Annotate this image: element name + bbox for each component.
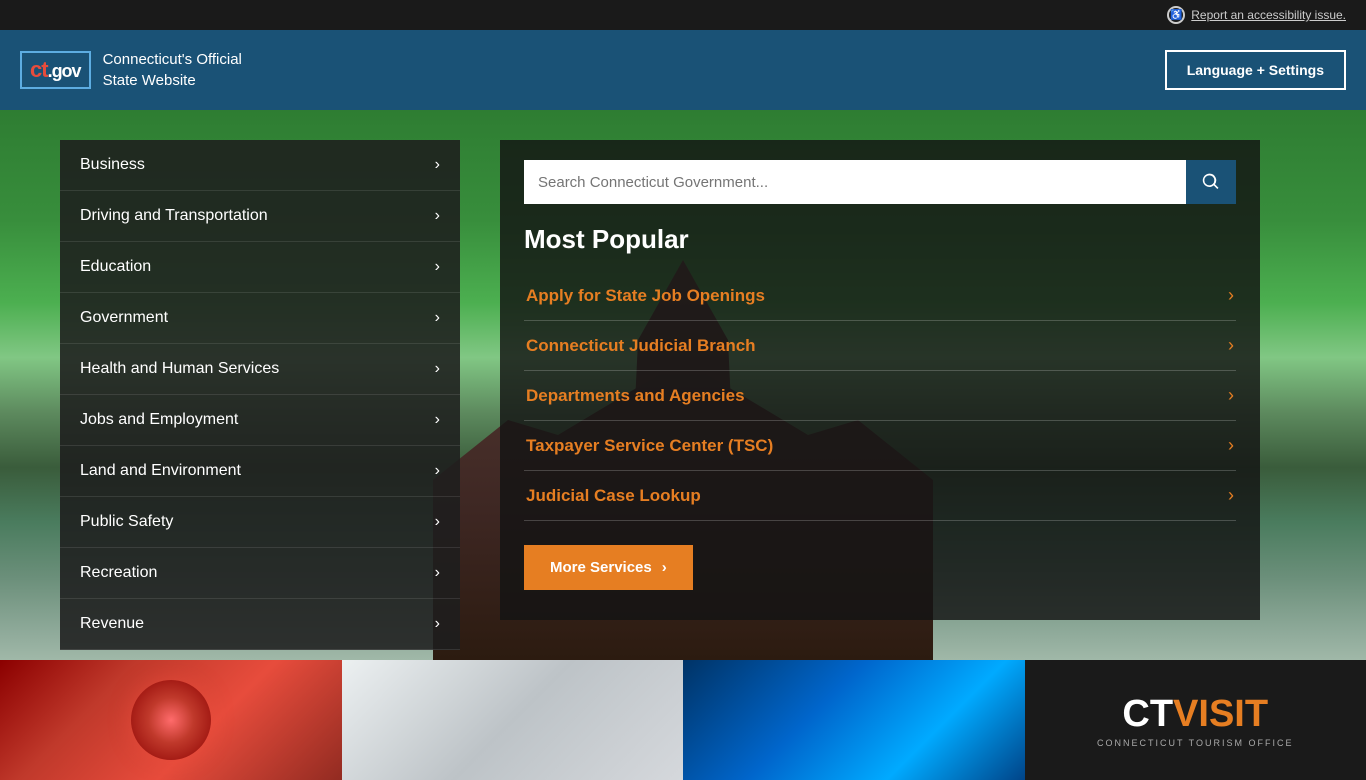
site-name: Connecticut's Official State Website — [103, 49, 242, 91]
search-input[interactable] — [524, 160, 1186, 204]
nav-arrow-icon: › — [435, 564, 440, 582]
popular-link-text: Connecticut Judicial Branch — [526, 336, 756, 356]
ctvisit-logo: CTVISIT — [1122, 713, 1268, 730]
most-popular-title: Most Popular — [524, 224, 1236, 255]
nav-arrow-icon: › — [435, 462, 440, 480]
card-virus[interactable] — [0, 660, 342, 780]
popular-link-arrow-icon: › — [1228, 485, 1234, 506]
logo[interactable]: ct.gov — [20, 51, 91, 89]
card-science[interactable] — [683, 660, 1025, 780]
more-services-button[interactable]: More Services › — [524, 545, 693, 590]
popular-panel: Most Popular Apply for State Job Opening… — [500, 140, 1260, 620]
popular-link-judicial-link[interactable]: Connecticut Judicial Branch › — [524, 321, 1236, 371]
card-people[interactable] — [342, 660, 684, 780]
nav-item-label: Business — [80, 156, 145, 174]
nav-item-jobs[interactable]: Jobs and Employment › — [60, 395, 460, 446]
popular-link-tsc-link[interactable]: Taxpayer Service Center (TSC) › — [524, 421, 1236, 471]
nav-item-label: Education — [80, 258, 151, 276]
popular-link-case-link[interactable]: Judicial Case Lookup › — [524, 471, 1236, 521]
nav-item-label: Health and Human Services — [80, 360, 279, 378]
site-name-line2: State Website — [103, 70, 242, 91]
nav-item-recreation[interactable]: Recreation › — [60, 548, 460, 599]
nav-arrow-icon: › — [435, 513, 440, 531]
popular-link-arrow-icon: › — [1228, 335, 1234, 356]
popular-link-text: Taxpayer Service Center (TSC) — [526, 436, 773, 456]
hero-section: Business›Driving and Transportation›Educ… — [0, 110, 1366, 660]
popular-link-arrow-icon: › — [1228, 285, 1234, 306]
ctvisit-ct: CT — [1122, 693, 1173, 735]
language-settings-button[interactable]: Language + Settings — [1165, 50, 1346, 90]
cards-section: CTVISIT CONNECTICUT TOURISM OFFICE — [0, 660, 1366, 780]
nav-arrow-icon: › — [435, 411, 440, 429]
nav-item-label: Recreation — [80, 564, 157, 582]
nav-arrow-icon: › — [435, 615, 440, 633]
site-name-line1: Connecticut's Official — [103, 49, 242, 70]
ctvisit-visit: VISIT — [1173, 693, 1268, 735]
nav-arrow-icon: › — [435, 258, 440, 276]
popular-link-text: Apply for State Job Openings — [526, 286, 765, 306]
popular-link-text: Judicial Case Lookup — [526, 486, 701, 506]
popular-links-container: Apply for State Job Openings›Connecticut… — [524, 271, 1236, 521]
ctvisit-branding: CTVISIT CONNECTICUT TOURISM OFFICE — [1097, 693, 1294, 748]
nav-arrow-icon: › — [435, 309, 440, 327]
main-navigation: Business›Driving and Transportation›Educ… — [60, 140, 460, 650]
nav-item-label: Government — [80, 309, 168, 327]
nav-arrow-icon: › — [435, 156, 440, 174]
nav-item-health[interactable]: Health and Human Services › — [60, 344, 460, 395]
nav-item-label: Public Safety — [80, 513, 173, 531]
search-button[interactable] — [1186, 160, 1236, 204]
more-services-label: More Services — [550, 559, 652, 576]
card-ctvisit[interactable]: CTVISIT CONNECTICUT TOURISM OFFICE — [1025, 660, 1366, 780]
accessibility-icon: ♿ — [1167, 6, 1185, 24]
site-header: ct.gov Connecticut's Official State Webs… — [0, 30, 1366, 110]
nav-item-education[interactable]: Education › — [60, 242, 460, 293]
nav-arrow-icon: › — [435, 207, 440, 225]
logo-ct: ct — [30, 57, 48, 82]
accessibility-bar: ♿ Report an accessibility issue. — [0, 0, 1366, 30]
nav-item-label: Revenue — [80, 615, 144, 633]
nav-item-driving[interactable]: Driving and Transportation › — [60, 191, 460, 242]
nav-item-label: Driving and Transportation — [80, 207, 268, 225]
popular-link-text: Departments and Agencies — [526, 386, 745, 406]
popular-link-arrow-icon: › — [1228, 435, 1234, 456]
nav-item-safety[interactable]: Public Safety › — [60, 497, 460, 548]
nav-arrow-icon: › — [435, 360, 440, 378]
nav-item-revenue[interactable]: Revenue › — [60, 599, 460, 650]
logo-area: ct.gov Connecticut's Official State Webs… — [20, 49, 242, 91]
nav-item-government[interactable]: Government › — [60, 293, 460, 344]
nav-item-label: Jobs and Employment — [80, 411, 238, 429]
nav-item-land[interactable]: Land and Environment › — [60, 446, 460, 497]
popular-link-jobs-link[interactable]: Apply for State Job Openings › — [524, 271, 1236, 321]
virus-decoration — [0, 660, 342, 780]
search-bar — [524, 160, 1236, 204]
accessibility-link[interactable]: ♿ Report an accessibility issue. — [1167, 6, 1346, 24]
accessibility-link-text: Report an accessibility issue. — [1191, 8, 1346, 22]
logo-gov: .gov — [48, 61, 81, 81]
nav-item-business[interactable]: Business › — [60, 140, 460, 191]
popular-link-arrow-icon: › — [1228, 385, 1234, 406]
nav-item-label: Land and Environment — [80, 462, 241, 480]
search-icon — [1201, 172, 1221, 192]
popular-link-departments-link[interactable]: Departments and Agencies › — [524, 371, 1236, 421]
more-services-arrow-icon: › — [662, 559, 667, 576]
ctvisit-subtitle: CONNECTICUT TOURISM OFFICE — [1097, 738, 1294, 748]
